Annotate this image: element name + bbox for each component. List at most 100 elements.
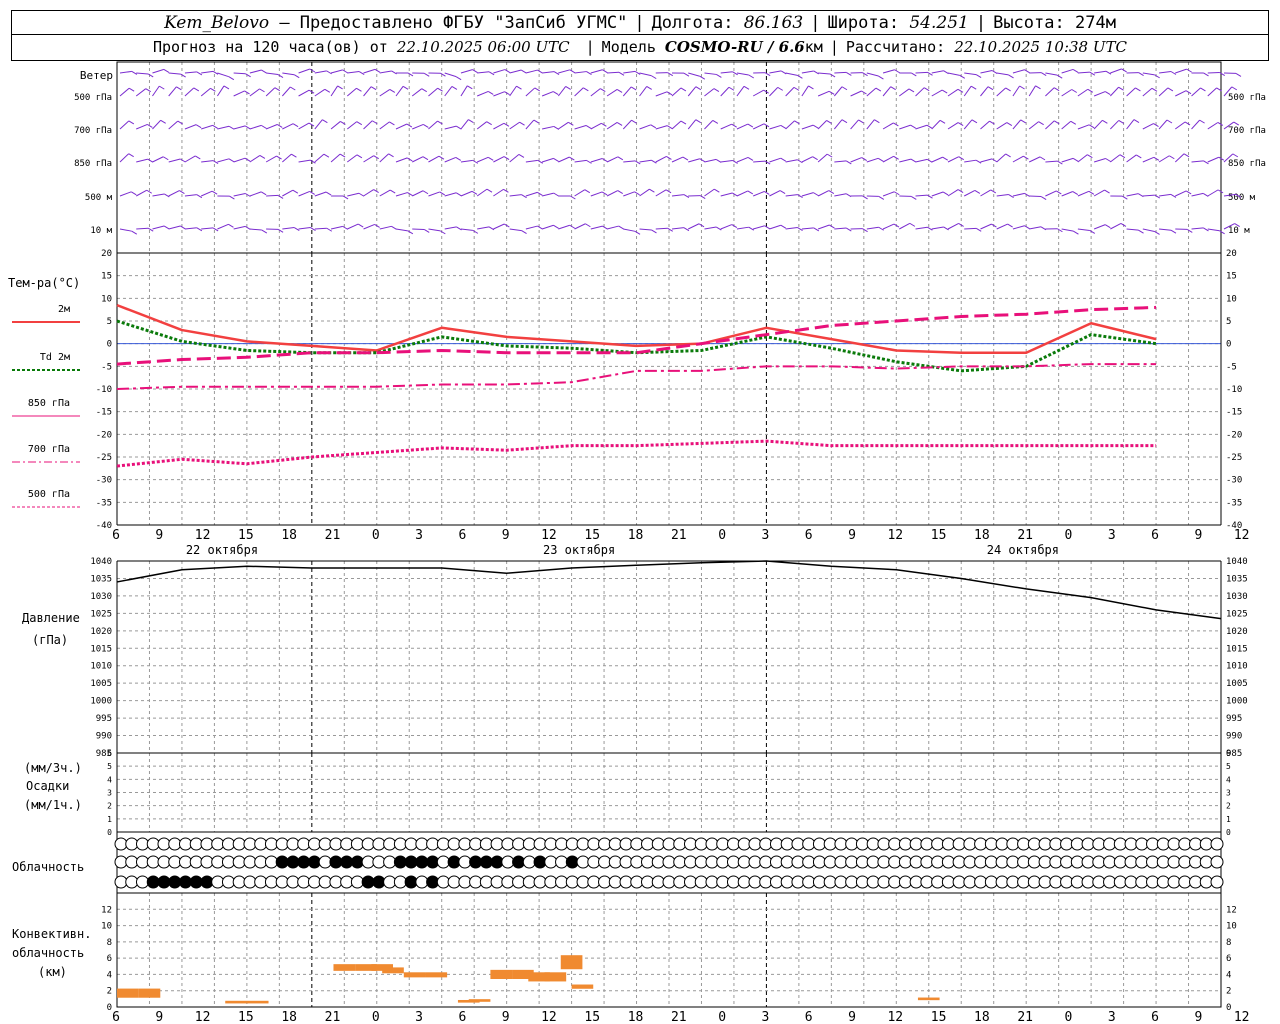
wind-barb (1142, 228, 1155, 232)
cloud-marker (726, 875, 740, 889)
wind-barb-flag (342, 69, 348, 74)
wind-barb-flag (616, 89, 623, 93)
wind-level-label-right: 10 м (1228, 226, 1250, 236)
wind-barb-flag (407, 192, 413, 196)
wind-barb-flag (261, 229, 268, 234)
cloud-marker (630, 875, 644, 889)
cloud-marker (232, 837, 246, 851)
wind-barb-flag (747, 190, 754, 195)
wind-barb-flag (1135, 87, 1141, 92)
wind-barb-flag (456, 192, 462, 197)
wind-barb-flag (356, 87, 362, 92)
wind-barb (963, 119, 973, 130)
wind-barb (249, 191, 262, 197)
wind-barb-flag (570, 195, 576, 200)
wind-barb-flag (223, 85, 230, 90)
cloud-marker (802, 837, 816, 851)
conv-bar (560, 955, 583, 970)
cloud-marker (1210, 855, 1224, 869)
wind-barb (882, 122, 894, 130)
x-tick-label-bottom: 6 (805, 1010, 813, 1024)
x-tick-label: 9 (502, 528, 510, 543)
cloud-marker (1199, 837, 1213, 851)
x-tick-label-bottom: 18 (628, 1010, 644, 1024)
cloud-marker (426, 875, 440, 889)
wind-barb-flag (601, 191, 608, 196)
cloud-marker (361, 837, 375, 851)
wind-barb (639, 124, 651, 130)
wind-barb (346, 87, 357, 97)
cloud-marker (705, 875, 719, 889)
cloud-marker (318, 837, 332, 851)
wind-barb (1028, 121, 1039, 130)
cloud-marker (243, 837, 257, 851)
wind-barb (882, 155, 894, 163)
wind-barb (444, 192, 457, 197)
wind-barb (541, 224, 554, 230)
wind-barb (200, 190, 213, 197)
wind-barb (752, 89, 764, 97)
conv-tick-label: 2 (107, 987, 112, 997)
conv-tick-label-right: 10 (1226, 922, 1237, 932)
cloud-marker (490, 875, 504, 889)
wind-barb (639, 159, 652, 163)
wind-barb-flag (521, 230, 527, 235)
conv-axis-label: облачность (12, 946, 84, 960)
cloud-marker (135, 837, 149, 851)
wind-barb-flag (472, 229, 479, 234)
cloud-marker (211, 855, 225, 869)
cloud-marker (350, 837, 364, 851)
cloud-marker (479, 855, 493, 869)
wind-barb (1012, 155, 1024, 163)
wind-barb (639, 72, 652, 77)
wind-barb-flag (617, 156, 624, 161)
wind-barb (233, 125, 246, 130)
cloud-marker (555, 875, 569, 889)
conv-bar (138, 988, 161, 998)
wind-barb-flag (1167, 87, 1174, 92)
wind-barb (947, 72, 960, 76)
cloud-marker (769, 875, 783, 889)
cloud-marker (565, 875, 579, 889)
wind-barb (460, 85, 468, 97)
wind-barb (606, 190, 618, 197)
wind-barb (915, 194, 928, 197)
wind-barb-flag (583, 87, 589, 92)
wind-barb-flag (699, 195, 706, 200)
wind-barb-flag (196, 227, 203, 232)
wind-barb-flag (616, 121, 623, 126)
temp-tick-label: -20 (96, 430, 112, 440)
cloud-marker (1178, 855, 1192, 869)
x-tick-label-bottom: 15 (584, 1010, 600, 1024)
wind-barb-flag (244, 157, 251, 162)
cloud-marker (286, 837, 300, 851)
wind-barb (330, 85, 339, 97)
wind-barb-flag (634, 160, 641, 165)
x-tick-label: 6 (458, 528, 466, 543)
day-label: 24 октября (987, 543, 1059, 557)
wind-barb (688, 223, 700, 230)
wind-barb-flag (1118, 86, 1124, 91)
wind-barb (623, 160, 636, 163)
wind-barb-flag (211, 190, 218, 195)
wind-barb (477, 226, 490, 230)
wind-barb-flag (975, 159, 982, 164)
wind-barb-flag (713, 88, 720, 93)
wind-barb-flag (712, 119, 719, 124)
wind-barb-flag (714, 188, 720, 193)
wind-barb-flag (164, 193, 170, 198)
cloud-marker (974, 837, 988, 851)
wind-barb (1077, 190, 1090, 197)
pres-tick-label-right: 1015 (1226, 644, 1248, 654)
wind-barb (964, 227, 977, 230)
cloud-marker (834, 855, 848, 869)
wind-barb (347, 223, 359, 230)
cloud-marker (426, 837, 440, 851)
wind-barb (217, 223, 229, 230)
x-tick-label: 3 (1108, 528, 1116, 543)
cloud-marker (791, 875, 805, 889)
conv-tick-label-right: 2 (1226, 987, 1231, 997)
pres-tick-label: 995 (96, 714, 112, 724)
wind-barb (655, 227, 668, 230)
wind-barb-flag (812, 124, 819, 129)
